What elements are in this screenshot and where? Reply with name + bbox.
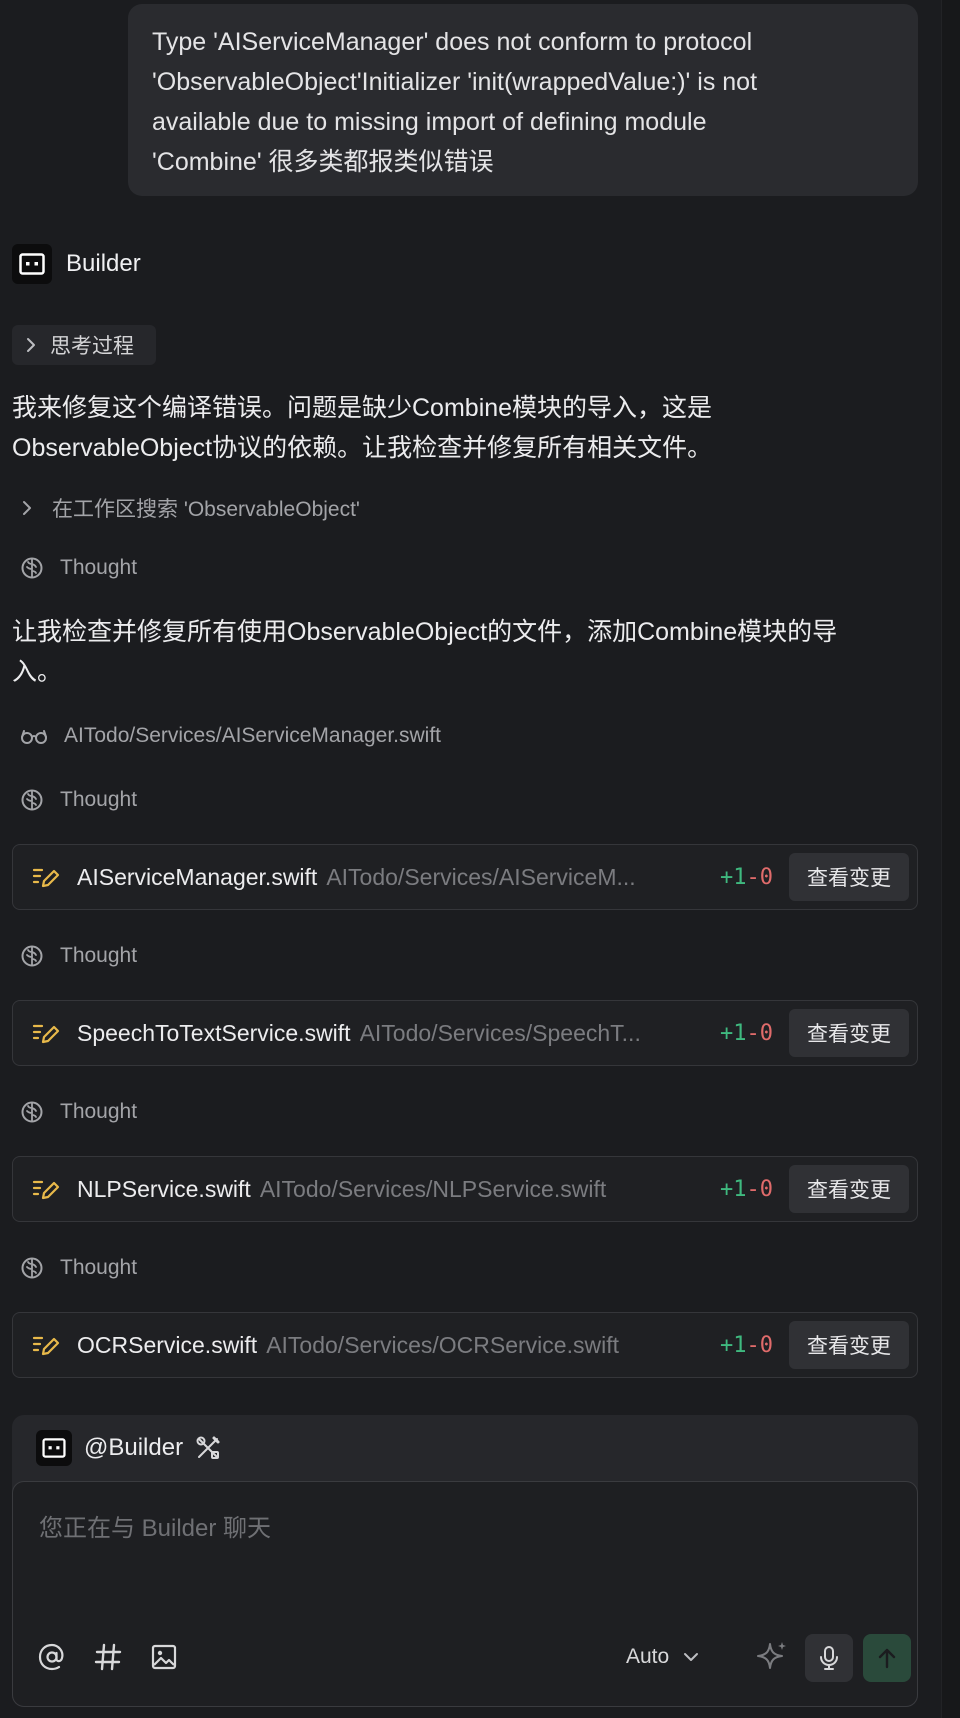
brain-icon: [21, 1101, 43, 1123]
search-step[interactable]: 在工作区搜索 'ObservableObject': [22, 490, 360, 526]
thought-label: Thought: [60, 1256, 138, 1279]
view-changes-button[interactable]: 查看变更: [789, 1165, 909, 1213]
chevron-right-icon: [23, 501, 31, 515]
model-select[interactable]: Auto: [626, 1639, 699, 1675]
file-edit-card[interactable]: SpeechToTextService.swift AITodo/Service…: [12, 1000, 918, 1066]
thinking-process-toggle[interactable]: 思考过程: [12, 325, 156, 365]
user-message-line: 'ObservableObject'Initializer 'init(wrap…: [152, 68, 758, 96]
glasses-icon: [21, 730, 47, 744]
builder-avatar-icon: [12, 244, 52, 284]
user-message-bubble: Type 'AIServiceManager' does not conform…: [128, 4, 918, 196]
lines-removed: -0: [746, 1332, 774, 1358]
thought-step[interactable]: Thought: [20, 550, 137, 586]
brain-icon: [21, 945, 43, 967]
search-step-label: 在工作区搜索 'ObservableObject': [52, 498, 360, 521]
edit-pencil-icon: [32, 1024, 60, 1044]
agent-name: Builder: [66, 250, 141, 277]
thought-label: Thought: [60, 556, 138, 579]
thought-step[interactable]: Thought: [20, 1094, 137, 1130]
lines-added: +1: [720, 864, 747, 890]
view-changes-button[interactable]: 查看变更: [789, 1009, 909, 1057]
microphone-button[interactable]: [805, 1634, 853, 1682]
thought-label: Thought: [60, 944, 138, 967]
arrow-up-icon: [878, 1648, 896, 1669]
user-message-line: 'Combine' 很多类都报类似错误: [152, 148, 494, 176]
agent-mention[interactable]: @Builder: [84, 1434, 183, 1462]
agent-intro-line: ObservableObject协议的依赖。让我检查并修复所有相关文件。: [12, 434, 713, 462]
message-input[interactable]: 您正在与 Builder 聊天 Auto: [12, 1481, 918, 1707]
file-name: OCRService.swift: [77, 1331, 258, 1358]
send-button[interactable]: [863, 1634, 911, 1682]
at-mention-icon[interactable]: [37, 1642, 67, 1672]
brain-icon: [21, 557, 43, 579]
diff-stats: +1-0: [720, 1021, 773, 1046]
view-changes-button[interactable]: 查看变更: [789, 1321, 909, 1369]
file-edit-card[interactable]: AIServiceManager.swift AITodo/Services/A…: [12, 844, 918, 910]
hashtag-icon[interactable]: [93, 1642, 123, 1672]
user-message-line: available due to missing import of defin…: [152, 108, 707, 136]
brain-icon: [21, 789, 43, 811]
scrollbar[interactable]: [941, 0, 960, 1718]
agent-plan-line: 入。: [12, 658, 63, 686]
chat-page: Type 'AIServiceManager' does not conform…: [0, 0, 960, 1718]
file-name: AIServiceManager.swift: [77, 863, 318, 890]
agent-plan-text: 让我检查并修复所有使用ObservableObject的文件，添加Combine…: [12, 612, 912, 692]
lines-removed: -0: [746, 1176, 774, 1202]
agent-header: Builder: [12, 244, 141, 284]
brain-icon: [21, 1257, 43, 1279]
diff-stats: +1-0: [720, 865, 773, 890]
diff-stats: +1-0: [720, 1333, 773, 1358]
chat-composer: @Builder 您正在与 Builder 聊天 Auto: [12, 1415, 918, 1707]
file-path: AITodo/Services/NLPService.swift: [259, 1175, 607, 1202]
lines-removed: -0: [746, 1020, 774, 1046]
edit-pencil-icon: [32, 1180, 60, 1200]
lines-added: +1: [720, 1020, 747, 1046]
file-name: NLPService.swift: [77, 1175, 251, 1202]
thought-step[interactable]: Thought: [20, 938, 137, 974]
edit-pencil-icon: [32, 868, 60, 888]
builder-avatar-icon: [36, 1430, 72, 1466]
agent-plan-line: 让我检查并修复所有使用ObservableObject的文件，添加Combine…: [12, 618, 838, 646]
lines-added: +1: [720, 1176, 747, 1202]
image-upload-icon[interactable]: [149, 1642, 179, 1672]
thinking-process-label: 思考过程: [50, 335, 134, 358]
read-file-step[interactable]: AITodo/Services/AIServiceManager.swift: [20, 718, 441, 754]
file-edit-card[interactable]: NLPService.swift AITodo/Services/NLPServ…: [12, 1156, 918, 1222]
file-path: AITodo/Services/AIServiceM...: [326, 863, 636, 890]
lines-removed: -0: [746, 864, 774, 890]
agent-intro-text: 我来修复这个编译错误。问题是缺少Combine模块的导入，这是 Observab…: [12, 388, 912, 468]
sparkle-icon[interactable]: [756, 1640, 788, 1672]
file-path: AITodo/Services/SpeechT...: [359, 1019, 641, 1046]
thought-step[interactable]: Thought: [20, 1250, 137, 1286]
chevron-down-icon: [684, 1653, 699, 1661]
file-edit-card[interactable]: OCRService.swift AITodo/Services/OCRServ…: [12, 1312, 918, 1378]
chevron-right-icon: [27, 338, 35, 352]
user-message-line: Type 'AIServiceManager' does not conform…: [152, 28, 753, 56]
read-file-path: AITodo/Services/AIServiceManager.swift: [64, 724, 441, 747]
composer-header: @Builder: [36, 1429, 221, 1467]
view-changes-button[interactable]: 查看变更: [789, 853, 909, 901]
file-path: AITodo/Services/OCRService.swift: [266, 1331, 619, 1358]
message-input-placeholder: 您正在与 Builder 聊天: [39, 1515, 272, 1542]
thought-step[interactable]: Thought: [20, 782, 137, 818]
diff-stats: +1-0: [720, 1177, 773, 1202]
tools-icon[interactable]: [195, 1435, 221, 1461]
thought-label: Thought: [60, 788, 138, 811]
lines-added: +1: [720, 1332, 747, 1358]
edit-pencil-icon: [32, 1336, 60, 1356]
file-name: SpeechToTextService.swift: [77, 1019, 351, 1046]
agent-intro-line: 我来修复这个编译错误。问题是缺少Combine模块的导入，这是: [12, 394, 713, 422]
microphone-icon: [820, 1646, 838, 1670]
thought-label: Thought: [60, 1100, 138, 1123]
model-select-value: Auto: [626, 1645, 670, 1668]
